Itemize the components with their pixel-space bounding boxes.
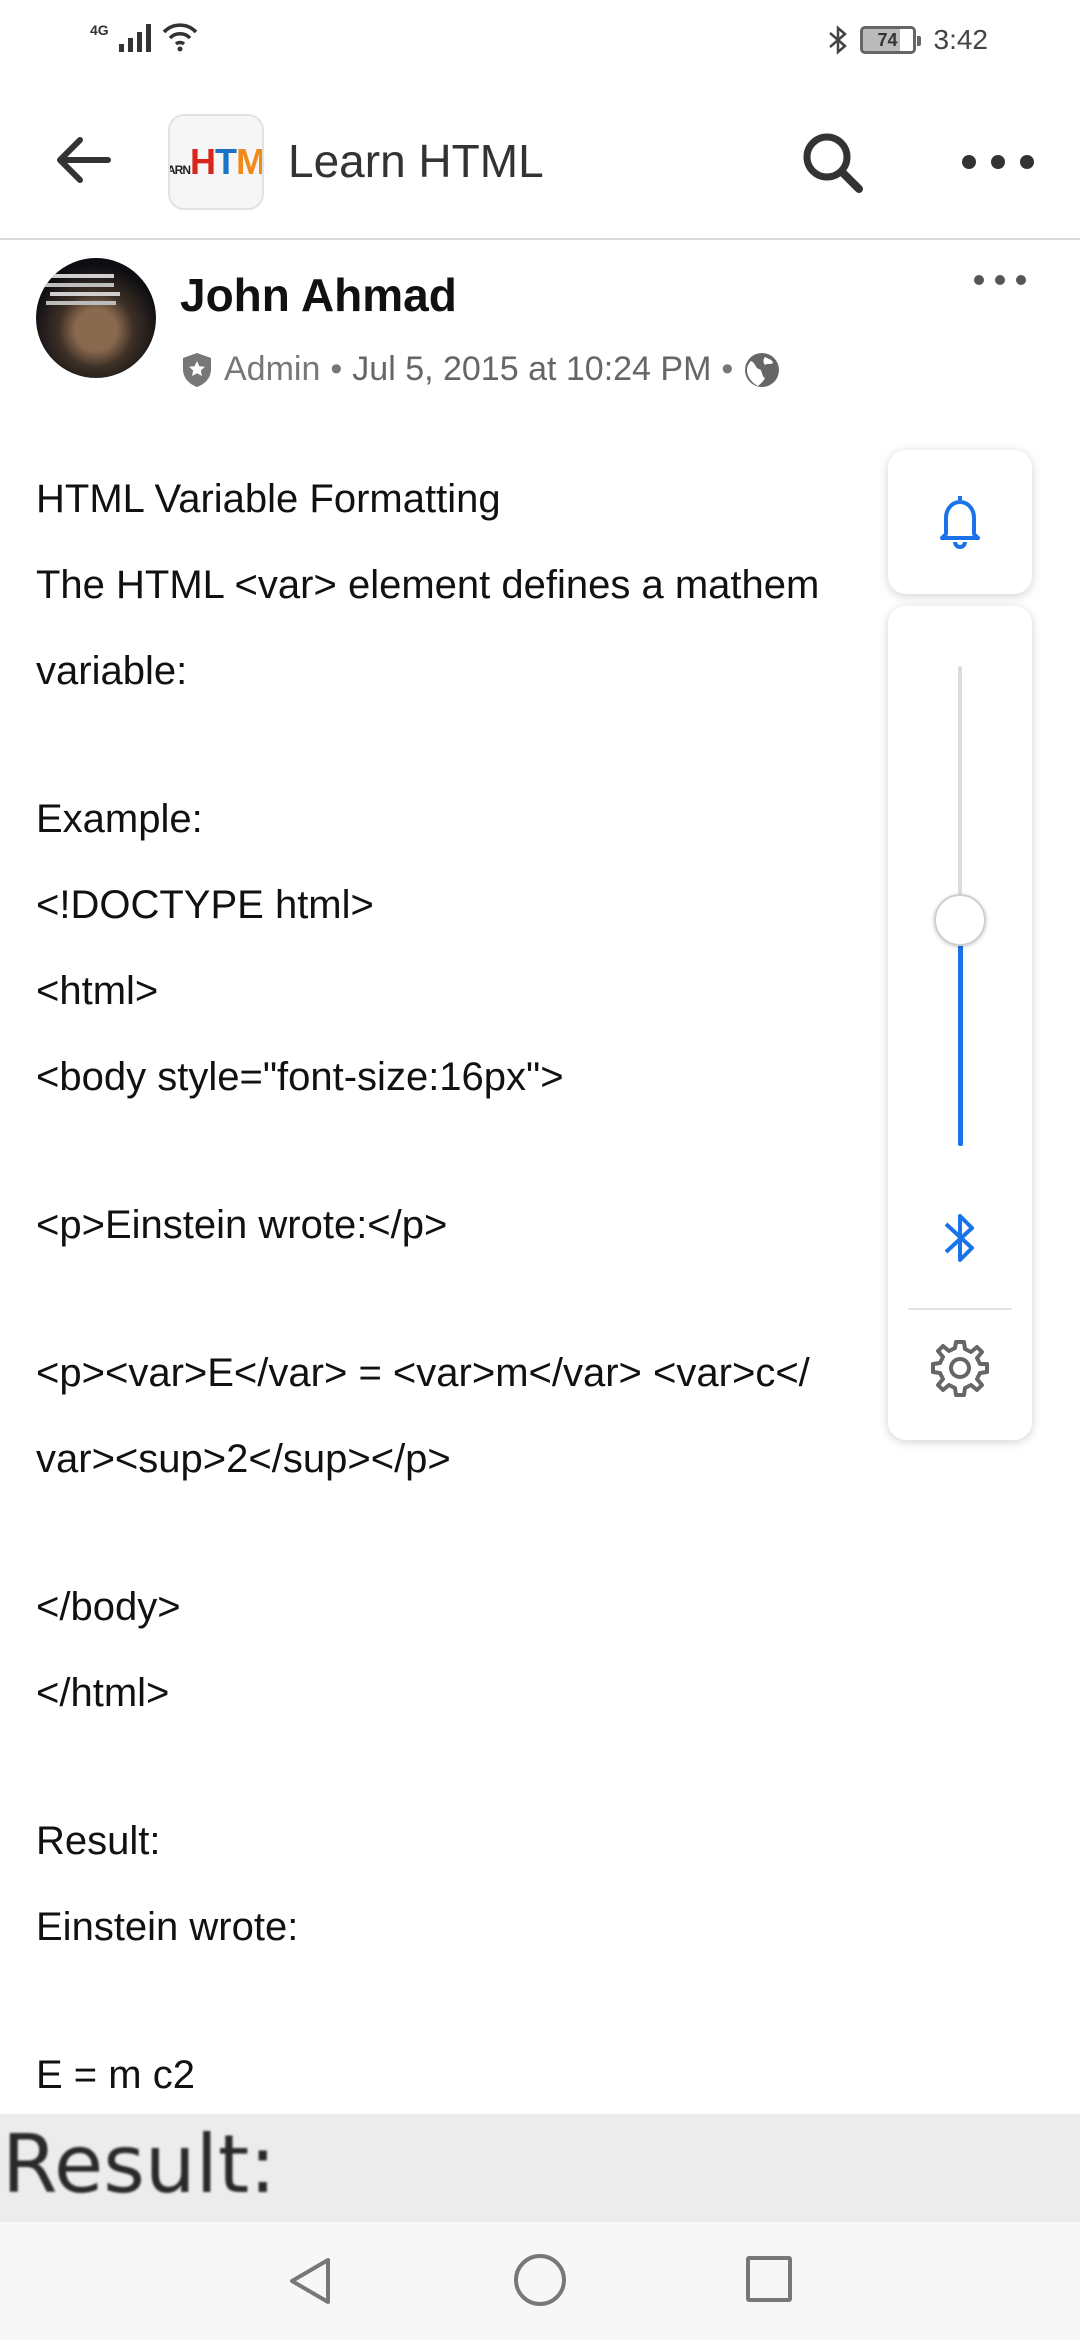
page-title: Learn HTML [288,135,544,187]
dot-icon [974,275,984,285]
bluetooth-status-icon [828,25,847,55]
author-name[interactable]: John Ahmad [180,268,457,322]
post-line: E = m c2 [36,2053,195,2097]
dot-icon [1016,275,1026,285]
app-logo[interactable]: ARNHTM [168,114,264,210]
dot-icon [1020,155,1034,169]
logo-wordmark: ARNHTM [168,141,264,182]
post-line: </body> [36,1585,181,1629]
panel-divider [908,1308,1012,1310]
post-more-button[interactable] [974,270,1026,290]
bluetooth-volume-button[interactable] [924,1202,996,1274]
network-type: 4G [90,22,109,38]
status-right: 74 3:42 [826,24,989,56]
status-left: 4G [90,22,199,52]
author-role: Admin [224,350,321,388]
battery-level: 74 [877,29,898,50]
meta-separator: • [330,350,343,388]
clock: 3:42 [933,24,989,55]
status-bar: 4G 74 3:42 [0,0,1080,84]
author-avatar[interactable] [36,258,156,378]
post-line: Einstein wrote: [36,1905,299,1949]
post-line-blank [36,1736,1046,1798]
post-line: </html> [36,1671,170,1715]
volume-slider-fill [958,920,963,1146]
globe-icon [745,352,780,387]
result-preview-strip: Result: [0,2114,1080,2222]
meta-separator: • [721,350,734,388]
admin-badge-icon [183,352,211,387]
dot-icon [991,155,1005,169]
sound-settings-button[interactable] [926,1334,994,1402]
search-icon [803,133,863,193]
dot-icon [962,155,976,169]
post-line-blank [36,1970,1046,2032]
wifi-icon [162,23,197,52]
result-preview-text: Result: [2,2118,277,2211]
app-bar: ARNHTM Learn HTML [0,84,1080,240]
search-button[interactable] [798,128,868,198]
back-button[interactable] [48,124,120,196]
volume-slider-thumb[interactable] [934,894,986,947]
bluetooth-icon [944,1214,974,1262]
volume-panel [888,606,1032,1440]
nav-home-icon[interactable] [514,2254,566,2306]
battery-icon: 74 [859,26,921,54]
nav-back-icon[interactable] [284,2254,338,2308]
ringer-mode-button[interactable] [888,450,1032,594]
post-line-blank [36,1502,1046,1564]
dot-icon [995,275,1005,285]
navigation-bar [0,2222,1080,2340]
more-options-button[interactable] [962,140,1034,184]
post-line: Result: [36,1819,161,1863]
gear-icon [931,1340,989,1397]
post-date[interactable]: Jul 5, 2015 at 10:24 PM [352,350,711,389]
signal-icon [118,22,151,52]
bell-icon [940,496,980,549]
arrow-left-icon [57,137,111,183]
nav-recent-apps-icon[interactable] [746,2256,792,2302]
post-meta: Admin • Jul 5, 2015 at 10:24 PM • [180,350,781,389]
